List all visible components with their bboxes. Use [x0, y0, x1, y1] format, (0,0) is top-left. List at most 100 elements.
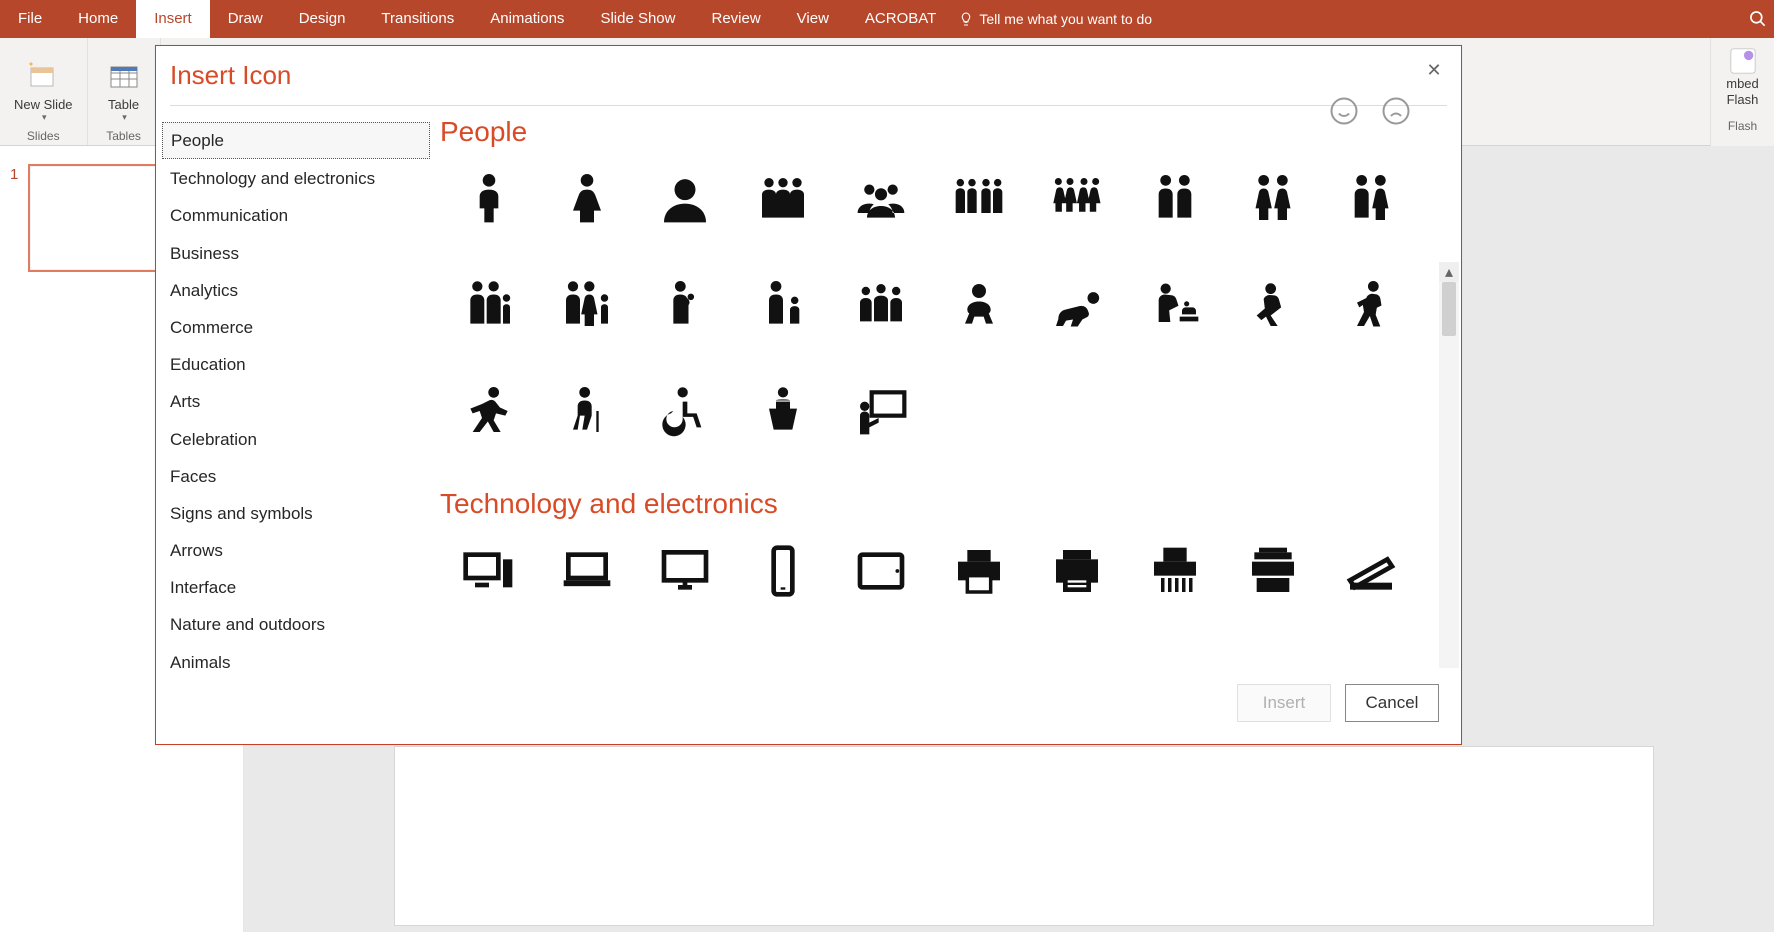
tab-draw[interactable]: Draw [210, 0, 281, 38]
slide-canvas[interactable] [394, 746, 1654, 926]
laptop-icon[interactable] [538, 538, 636, 604]
section-tech-title: Technology and electronics [440, 488, 1443, 520]
people-grid [440, 166, 1443, 444]
kneeling-icon[interactable] [1224, 272, 1322, 338]
lightbulb-icon [958, 11, 974, 27]
insert-icon-dialog: Insert Icon ✕ People Technology and elec… [155, 45, 1462, 745]
cat-commerce[interactable]: Commerce [162, 310, 430, 345]
new-slide-button[interactable]: New Slide▾ [10, 57, 77, 127]
tab-file[interactable]: File [0, 0, 60, 38]
cat-arrows[interactable]: Arrows [162, 533, 430, 568]
tell-me[interactable]: Tell me what you want to do [958, 11, 1152, 27]
table-button[interactable]: Table▾ [98, 57, 150, 127]
table-icon [107, 61, 141, 95]
family-2-icon[interactable] [538, 272, 636, 338]
tell-me-label: Tell me what you want to do [979, 11, 1152, 27]
tab-acrobat[interactable]: ACROBAT [847, 0, 954, 38]
cane-icon[interactable] [538, 378, 636, 444]
monitor-icon[interactable] [636, 538, 734, 604]
scroll-thumb[interactable] [1442, 282, 1456, 336]
crowd-women-icon[interactable] [1028, 166, 1126, 232]
teacher-icon[interactable] [832, 378, 930, 444]
couple-icon[interactable] [1126, 166, 1224, 232]
podium-icon[interactable] [734, 378, 832, 444]
cat-technology[interactable]: Technology and electronics [162, 161, 430, 196]
scroll-up-icon[interactable]: ▴ [1439, 262, 1459, 282]
two-women-icon[interactable] [1224, 166, 1322, 232]
team-icon[interactable] [832, 166, 930, 232]
crawling-baby-icon[interactable] [1028, 272, 1126, 338]
dialog-scrollbar[interactable]: ▴ ▾ [1439, 262, 1459, 668]
tab-insert[interactable]: Insert [136, 0, 210, 38]
user-icon[interactable] [636, 166, 734, 232]
cat-nature[interactable]: Nature and outdoors [162, 607, 430, 642]
group-slides: New Slide▾ Slides [0, 38, 88, 145]
family-outline-icon[interactable] [832, 272, 930, 338]
chevron-down-icon: ▾ [122, 112, 127, 123]
embed-flash-label[interactable]: mbed Flash [1711, 76, 1774, 107]
parent-baby-icon[interactable] [636, 272, 734, 338]
family-1-icon[interactable] [440, 272, 538, 338]
slide-number: 1 [10, 164, 18, 183]
tablet-icon[interactable] [832, 538, 930, 604]
tab-slideshow[interactable]: Slide Show [582, 0, 693, 38]
desktop-icon[interactable] [440, 538, 538, 604]
cat-analytics[interactable]: Analytics [162, 273, 430, 308]
tab-view[interactable]: View [779, 0, 847, 38]
table-label: Table [108, 97, 139, 112]
dialog-header: Insert Icon ✕ [156, 46, 1461, 91]
new-slide-icon [26, 61, 60, 95]
tab-review[interactable]: Review [693, 0, 778, 38]
copier-icon[interactable] [1224, 538, 1322, 604]
chevron-down-icon: ▾ [42, 112, 47, 123]
tab-animations[interactable]: Animations [472, 0, 582, 38]
insert-button: Insert [1237, 684, 1331, 722]
woman-icon[interactable] [538, 166, 636, 232]
dialog-footer: Insert Cancel [156, 668, 1461, 744]
scanner-icon[interactable] [1322, 538, 1420, 604]
cat-signs[interactable]: Signs and symbols [162, 496, 430, 531]
printer-icon[interactable] [930, 538, 1028, 604]
embed-flash-group: mbed Flash Flash [1710, 38, 1774, 146]
tab-design[interactable]: Design [281, 0, 364, 38]
cat-arts[interactable]: Arts [162, 384, 430, 419]
cat-communication[interactable]: Communication [162, 198, 430, 233]
cat-education[interactable]: Education [162, 347, 430, 382]
cat-people[interactable]: People [162, 122, 430, 159]
close-icon[interactable]: ✕ [1423, 60, 1445, 82]
wheelchair-icon[interactable] [636, 378, 734, 444]
shredder-icon[interactable] [1126, 538, 1224, 604]
section-people-title: People [440, 116, 1443, 148]
ribbon-right [1748, 0, 1768, 38]
tech-grid [440, 538, 1443, 604]
people-group-icon[interactable] [734, 166, 832, 232]
new-slide-label: New Slide [14, 97, 73, 112]
group-tables-label: Tables [106, 129, 141, 143]
crowd-icon[interactable] [930, 166, 1028, 232]
category-list: People Technology and electronics Commun… [156, 116, 432, 668]
group-tables: Table▾ Tables [88, 38, 161, 145]
running-icon[interactable] [440, 378, 538, 444]
diaper-change-icon[interactable] [1126, 272, 1224, 338]
icon-area: People [432, 116, 1461, 668]
cat-celebration[interactable]: Celebration [162, 422, 430, 457]
dialog-body: People Technology and electronics Commun… [156, 106, 1461, 668]
cat-faces[interactable]: Faces [162, 459, 430, 494]
tab-home[interactable]: Home [60, 0, 136, 38]
phone-icon[interactable] [734, 538, 832, 604]
tab-transitions[interactable]: Transitions [363, 0, 472, 38]
embed-flash-group-label: Flash [1728, 119, 1757, 133]
cancel-button[interactable]: Cancel [1345, 684, 1439, 722]
cat-business[interactable]: Business [162, 236, 430, 271]
group-slides-label: Slides [27, 129, 60, 143]
cat-animals[interactable]: Animals [162, 645, 430, 668]
printer-2-icon[interactable] [1028, 538, 1126, 604]
baby-icon[interactable] [930, 272, 1028, 338]
elderly-with-child-icon[interactable] [734, 272, 832, 338]
walking-icon[interactable] [1322, 272, 1420, 338]
man-woman-icon[interactable] [1322, 166, 1420, 232]
cat-interface[interactable]: Interface [162, 570, 430, 605]
dialog-title: Insert Icon [170, 60, 291, 91]
man-icon[interactable] [440, 166, 538, 232]
search-icon[interactable] [1748, 9, 1768, 29]
